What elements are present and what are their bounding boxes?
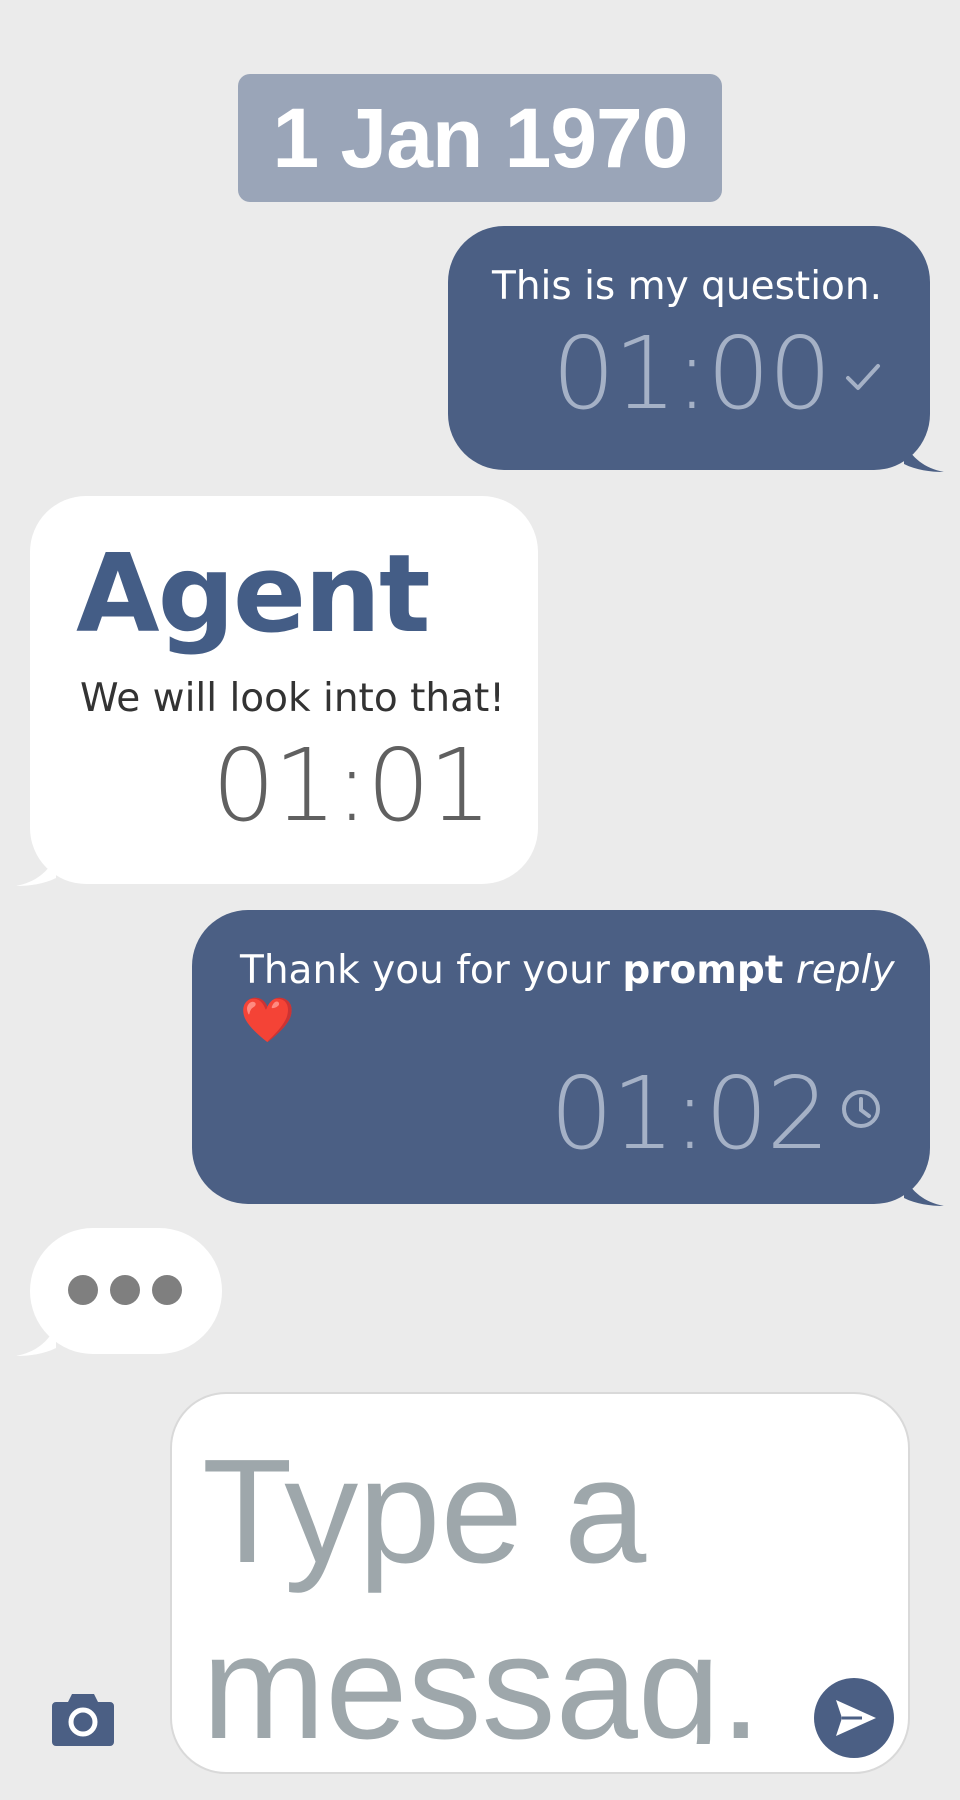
message-text-italic: reply: [795, 948, 895, 993]
message-bubble-outgoing[interactable]: Thank you for your prompt reply ❤️ 01:02: [192, 910, 944, 1206]
bubble-tail: [16, 1326, 56, 1356]
message-time: 01:02: [549, 1055, 830, 1172]
camera-button[interactable]: [52, 1690, 114, 1746]
message-bubble-incoming[interactable]: Agent We will look into that! 01:01: [16, 496, 538, 886]
bubble-tail: [904, 442, 944, 472]
message-text-bold: prompt: [622, 948, 784, 993]
message-text: We will look into that!: [80, 676, 505, 721]
message-composer: [170, 1392, 910, 1774]
send-icon: [836, 1700, 876, 1736]
message-text: Thank you for your prompt reply ❤️: [240, 946, 900, 1048]
camera-icon: [52, 1694, 114, 1746]
heart-emoji: ❤️: [240, 995, 295, 1046]
pending-clock-icon: [842, 1090, 880, 1128]
sender-name: Agent: [76, 532, 431, 657]
message-bubble-outgoing[interactable]: This is my question. 01:00: [448, 226, 944, 472]
date-separator: 1 Jan 1970: [238, 74, 722, 202]
bubble-tail: [16, 856, 56, 886]
message-text-plain: Thank you for your: [240, 948, 623, 993]
send-button[interactable]: [814, 1678, 894, 1758]
message-input[interactable]: [202, 1424, 762, 1744]
typing-indicator: [16, 1228, 222, 1356]
message-time: 01:00: [551, 315, 832, 432]
bubble-tail: [904, 1176, 944, 1206]
message-time: 01:01: [211, 727, 492, 844]
sent-check-icon: [846, 364, 880, 390]
message-text: This is my question.: [492, 264, 882, 309]
